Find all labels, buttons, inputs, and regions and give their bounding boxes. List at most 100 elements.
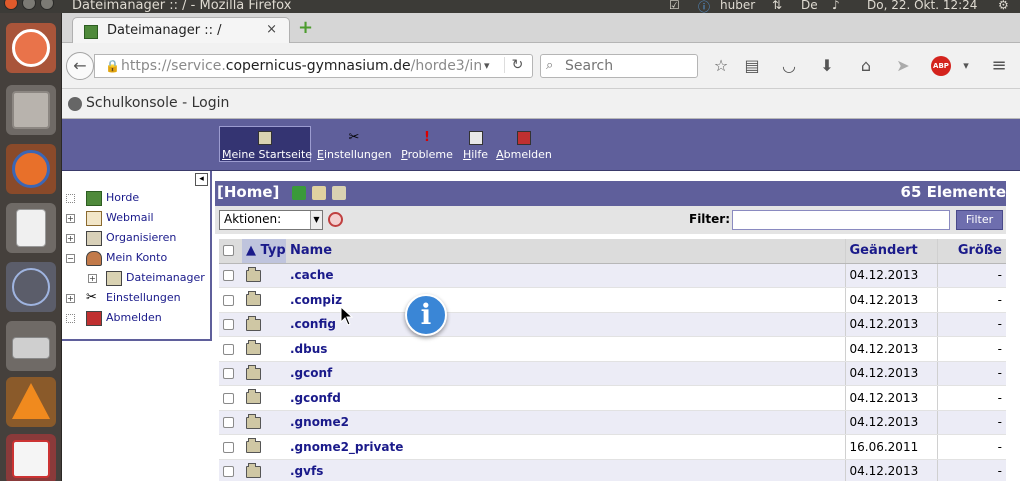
- upload-folder-icon[interactable]: [332, 186, 346, 200]
- menu-hilfe[interactable]: Hilfe: [462, 127, 489, 163]
- row-select-cell[interactable]: [219, 459, 242, 481]
- sidebar-item-einstellungen[interactable]: + ✂ Einstellungen: [66, 290, 206, 308]
- ubuntu-dash-button[interactable]: [6, 23, 56, 73]
- row-select-cell[interactable]: [219, 410, 242, 435]
- keyboard-layout[interactable]: De: [801, 0, 818, 12]
- file-name[interactable]: .gnome2: [286, 410, 828, 435]
- row-checkbox[interactable]: [223, 343, 234, 355]
- vlc-button[interactable]: [6, 377, 56, 427]
- lock-icon[interactable]: 🔒: [105, 59, 120, 73]
- document-viewer-button[interactable]: [6, 203, 56, 253]
- sidebar-item-mein-konto[interactable]: − Mein Konto: [66, 250, 206, 268]
- window-close-button[interactable]: [4, 0, 18, 10]
- file-name[interactable]: .cache: [286, 263, 828, 288]
- row-checkbox[interactable]: [223, 270, 234, 282]
- adblock-dropdown-icon[interactable]: ▾: [955, 55, 977, 77]
- reading-list-icon[interactable]: ▤: [741, 55, 763, 77]
- download-icon[interactable]: ⬇: [816, 55, 838, 77]
- file-name[interactable]: .config: [286, 312, 828, 337]
- disk-drive-button[interactable]: [6, 321, 56, 371]
- pdf-viewer-button[interactable]: [6, 434, 56, 481]
- row-checkbox[interactable]: [223, 392, 234, 404]
- menu-probleme[interactable]: ! Probleme: [400, 127, 454, 163]
- row-checkbox[interactable]: [223, 417, 234, 429]
- url-text[interactable]: https://service.copernicus-gymnasium.de/…: [121, 58, 481, 74]
- menu-einstellungen[interactable]: ✂ Einstellungen: [317, 127, 392, 163]
- tab-close-button[interactable]: ×: [266, 22, 277, 37]
- window-maximize-button[interactable]: [40, 0, 54, 10]
- column-name[interactable]: Name: [286, 239, 828, 264]
- expand-icon[interactable]: +: [66, 294, 75, 303]
- expand-icon[interactable]: +: [88, 274, 97, 283]
- info-icon[interactable]: i: [405, 294, 447, 336]
- info-indicator-icon[interactable]: ⓘ: [698, 0, 710, 13]
- network-icon[interactable]: ⇅: [772, 0, 782, 12]
- bookmark-schulkonsole-login[interactable]: Schulkonsole - Login: [86, 95, 229, 111]
- row-select-cell[interactable]: [219, 434, 242, 460]
- current-path[interactable]: [Home]: [217, 183, 279, 201]
- refresh-icon[interactable]: [292, 186, 306, 200]
- sidebar-item-abmelden[interactable]: Abmelden: [66, 310, 206, 328]
- target-icon[interactable]: [328, 212, 343, 227]
- table-row[interactable]: .gvfs 04.12.2013-: [219, 459, 1006, 481]
- search-input[interactable]: [565, 57, 693, 75]
- libreoffice-draw-button[interactable]: [6, 262, 56, 312]
- column-size[interactable]: Größe: [936, 239, 1006, 264]
- actions-select[interactable]: Aktionen: ▼: [219, 210, 323, 230]
- file-name[interactable]: .gnome2_private: [286, 434, 828, 460]
- file-name[interactable]: .gconfd: [286, 385, 828, 411]
- checkbox-indicator-icon[interactable]: ☑: [669, 0, 680, 12]
- table-row[interactable]: .compiz 04.12.2013-: [219, 287, 1006, 313]
- expand-icon[interactable]: +: [66, 234, 75, 243]
- table-row[interactable]: .gconfd 04.12.2013-: [219, 385, 1006, 411]
- filter-button[interactable]: Filter: [956, 210, 1003, 230]
- table-row[interactable]: .dbus 04.12.2013-: [219, 336, 1006, 362]
- column-changed[interactable]: Geändert: [844, 239, 937, 264]
- row-checkbox[interactable]: [223, 294, 234, 306]
- row-select-cell[interactable]: [219, 287, 242, 313]
- row-checkbox[interactable]: [223, 368, 234, 380]
- sidebar-item-organisieren[interactable]: + Organisieren: [66, 230, 206, 248]
- url-bar[interactable]: 🔒 https://service.copernicus-gymnasium.d…: [94, 54, 533, 78]
- new-folder-icon[interactable]: [312, 186, 326, 200]
- firefox-button[interactable]: [6, 144, 56, 194]
- sidebar-collapse-button[interactable]: ◂: [195, 173, 208, 186]
- home-icon[interactable]: ⌂: [855, 55, 877, 77]
- menu-icon[interactable]: ≡: [988, 55, 1010, 77]
- file-name[interactable]: .gvfs: [286, 459, 828, 481]
- new-tab-button[interactable]: +: [298, 19, 316, 38]
- pocket-icon[interactable]: ◡: [778, 55, 800, 77]
- window-minimize-button[interactable]: [22, 0, 36, 10]
- row-select-cell[interactable]: [219, 361, 242, 386]
- select-all-column[interactable]: [219, 239, 242, 264]
- star-icon[interactable]: ☆: [710, 55, 732, 77]
- clock[interactable]: Do, 22. Okt. 12:24: [867, 0, 977, 12]
- file-name[interactable]: .compiz: [286, 287, 828, 313]
- table-row[interactable]: .gconf 04.12.2013-: [219, 361, 1006, 386]
- volume-icon[interactable]: ♪: [832, 0, 840, 12]
- row-select-cell[interactable]: [219, 312, 242, 337]
- back-button[interactable]: ←: [66, 52, 94, 80]
- sidebar-item-webmail[interactable]: + Webmail: [66, 210, 206, 228]
- expand-icon[interactable]: +: [66, 214, 75, 223]
- gear-icon[interactable]: ⚙: [998, 0, 1009, 12]
- table-row[interactable]: .gnome2_private 16.06.2011-: [219, 434, 1006, 460]
- row-checkbox[interactable]: [223, 319, 234, 331]
- column-type[interactable]: ▲ Typ: [242, 239, 286, 264]
- table-row[interactable]: .cache 04.12.2013-: [219, 263, 1006, 288]
- filter-input[interactable]: [732, 210, 950, 230]
- row-checkbox[interactable]: [223, 441, 234, 453]
- user-name[interactable]: huber: [720, 0, 755, 12]
- row-select-cell[interactable]: [219, 385, 242, 411]
- reload-icon[interactable]: ↻: [504, 57, 530, 73]
- send-icon[interactable]: ➤: [892, 55, 914, 77]
- search-box[interactable]: ⌕: [540, 54, 698, 78]
- row-select-cell[interactable]: [219, 336, 242, 362]
- file-name[interactable]: .gconf: [286, 361, 828, 386]
- select-all-checkbox[interactable]: [223, 245, 234, 257]
- url-history-dropdown-icon[interactable]: ▾: [484, 59, 490, 72]
- menu-abmelden[interactable]: Abmelden: [496, 127, 552, 163]
- collapse-icon[interactable]: −: [66, 254, 75, 263]
- sidebar-item-dateimanager[interactable]: + Dateimanager: [66, 270, 206, 288]
- row-checkbox[interactable]: [223, 466, 234, 478]
